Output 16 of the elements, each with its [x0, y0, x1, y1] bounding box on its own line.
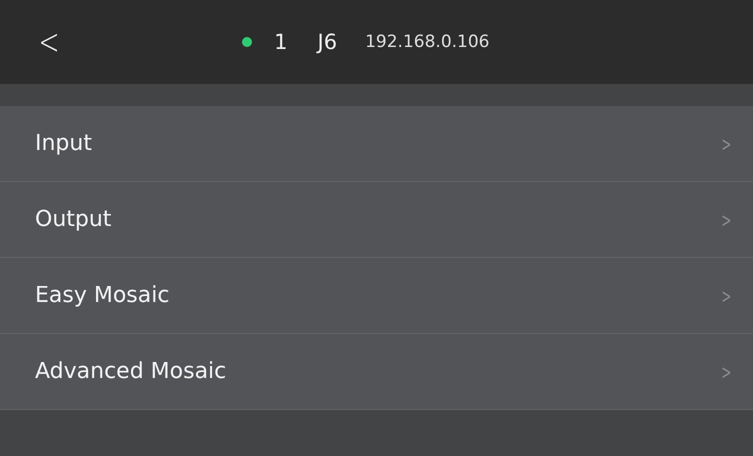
chevron-icon: >	[722, 284, 732, 308]
device-index: 1	[274, 30, 288, 54]
menu-item[interactable]: Input >	[0, 106, 753, 182]
menu-label: Advanced Mosaic	[35, 359, 226, 384]
chevron-icon: >	[722, 360, 732, 384]
menu-label: Easy Mosaic	[35, 283, 170, 308]
menu-item[interactable]: Easy Mosaic >	[0, 258, 753, 334]
menu-label: Input	[35, 131, 92, 156]
chevron-icon: >	[722, 208, 732, 232]
chevron-icon: >	[722, 132, 732, 156]
device-ip: 192.168.0.106	[365, 32, 490, 52]
device-name: J6	[318, 30, 338, 54]
menu-item[interactable]: Output >	[0, 182, 753, 258]
back-button[interactable]: <	[34, 22, 64, 62]
menu-item[interactable]: Advanced Mosaic >	[0, 334, 753, 410]
menu-label: Output	[35, 207, 112, 232]
